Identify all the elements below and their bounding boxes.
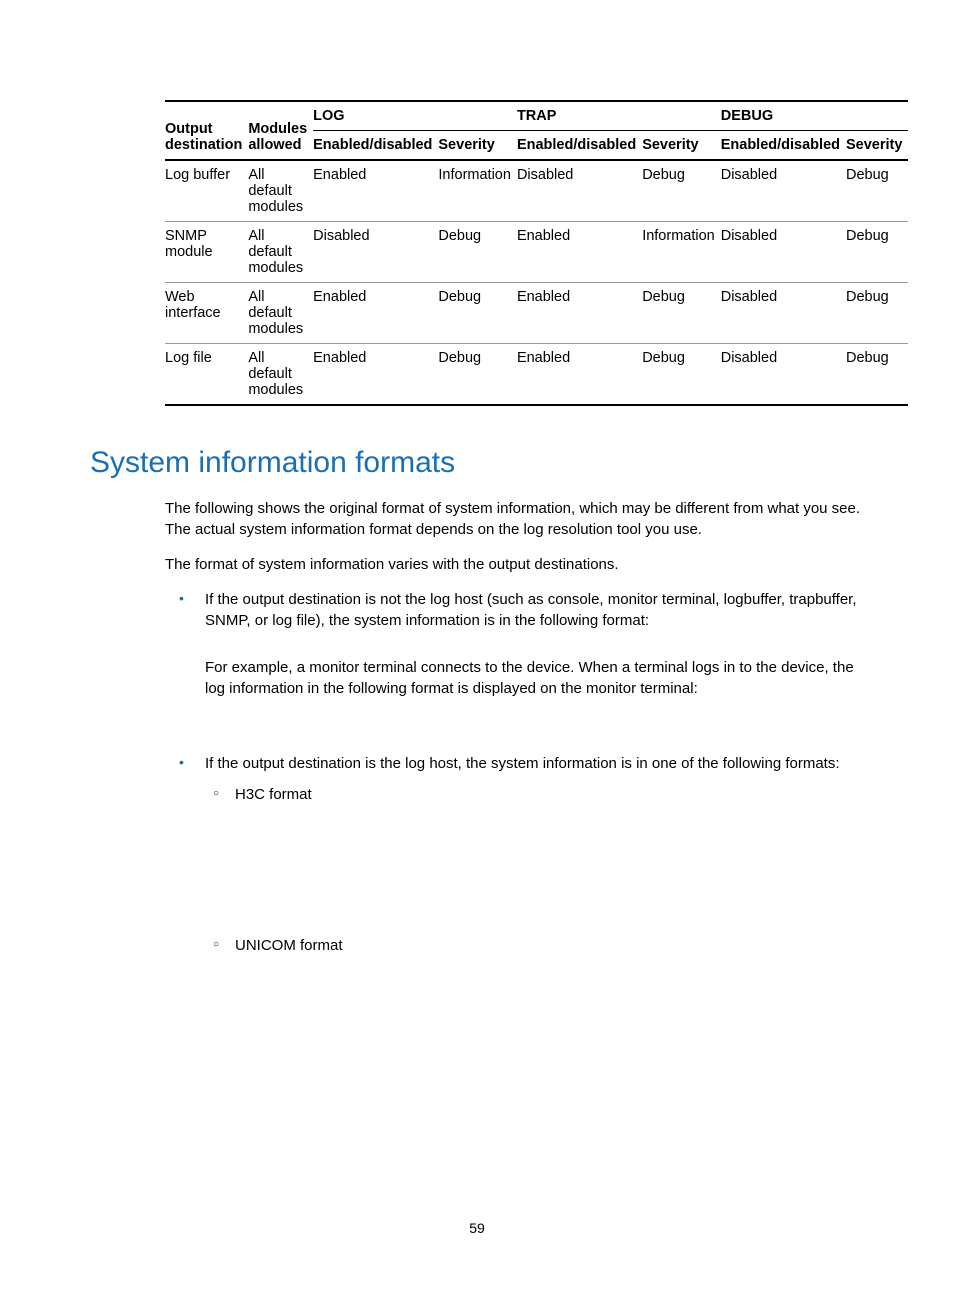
cell-log-sev: Debug	[438, 283, 517, 344]
cell-dbg-en: Disabled	[721, 283, 846, 344]
list-item: If the output destination is the log hos…	[165, 753, 870, 956]
th-debug: DEBUG	[721, 101, 909, 131]
sub-list-item: UNICOM format	[205, 935, 870, 956]
cell-log-sev: Information	[438, 160, 517, 222]
cell-dbg-sev: Debug	[846, 160, 908, 222]
cell-dbg-en: Disabled	[721, 160, 846, 222]
cell-mods: All default modules	[248, 283, 313, 344]
cell-log-sev: Debug	[438, 222, 517, 283]
cell-trap-sev: Debug	[642, 160, 721, 222]
cell-log-en: Enabled	[313, 283, 438, 344]
cell-mods: All default modules	[248, 344, 313, 406]
th-log-enabled: Enabled/disabled	[313, 131, 438, 161]
cell-log-en: Disabled	[313, 222, 438, 283]
cell-dest: Log buffer	[165, 160, 248, 222]
table-row: Log buffer All default modules Enabled I…	[165, 160, 908, 222]
th-output-dest: Output destination	[165, 101, 248, 160]
th-modules: Modules allowed	[248, 101, 313, 160]
cell-mods: All default modules	[248, 160, 313, 222]
cell-log-en: Enabled	[313, 344, 438, 406]
cell-dbg-en: Disabled	[721, 222, 846, 283]
bullet-text: For example, a monitor terminal connects…	[205, 659, 854, 697]
table-row: Web interface All default modules Enable…	[165, 283, 908, 344]
cell-trap-sev: Information	[642, 222, 721, 283]
cell-trap-sev: Debug	[642, 283, 721, 344]
th-log-severity: Severity	[438, 131, 517, 161]
cell-dbg-sev: Debug	[846, 283, 908, 344]
cell-dest: SNMP module	[165, 222, 248, 283]
table-row: Log file All default modules Enabled Deb…	[165, 344, 908, 406]
bullet-text: If the output destination is the log hos…	[205, 755, 840, 772]
cell-trap-en: Enabled	[517, 283, 642, 344]
section-heading: System information formats	[90, 446, 864, 480]
cell-dest: Log file	[165, 344, 248, 406]
cell-dbg-sev: Debug	[846, 344, 908, 406]
cell-trap-en: Enabled	[517, 344, 642, 406]
sub-list-item: H3C format	[205, 784, 870, 805]
list-item: If the output destination is not the log…	[165, 589, 870, 739]
cell-mods: All default modules	[248, 222, 313, 283]
page-number: 59	[0, 1220, 954, 1236]
paragraph: The following shows the original format …	[165, 498, 870, 540]
cell-dest: Web interface	[165, 283, 248, 344]
config-table: Output destination Modules allowed LOG T…	[165, 100, 908, 406]
cell-dbg-sev: Debug	[846, 222, 908, 283]
cell-log-sev: Debug	[438, 344, 517, 406]
th-trap-severity: Severity	[642, 131, 721, 161]
th-debug-severity: Severity	[846, 131, 908, 161]
bullet-text: If the output destination is not the log…	[205, 591, 857, 629]
th-trap-enabled: Enabled/disabled	[517, 131, 642, 161]
cell-trap-en: Enabled	[517, 222, 642, 283]
table-row: SNMP module All default modules Disabled…	[165, 222, 908, 283]
cell-trap-sev: Debug	[642, 344, 721, 406]
paragraph: The format of system information varies …	[165, 554, 870, 575]
th-log: LOG	[313, 101, 517, 131]
th-trap: TRAP	[517, 101, 721, 131]
th-debug-enabled: Enabled/disabled	[721, 131, 846, 161]
cell-trap-en: Disabled	[517, 160, 642, 222]
cell-dbg-en: Disabled	[721, 344, 846, 406]
cell-log-en: Enabled	[313, 160, 438, 222]
